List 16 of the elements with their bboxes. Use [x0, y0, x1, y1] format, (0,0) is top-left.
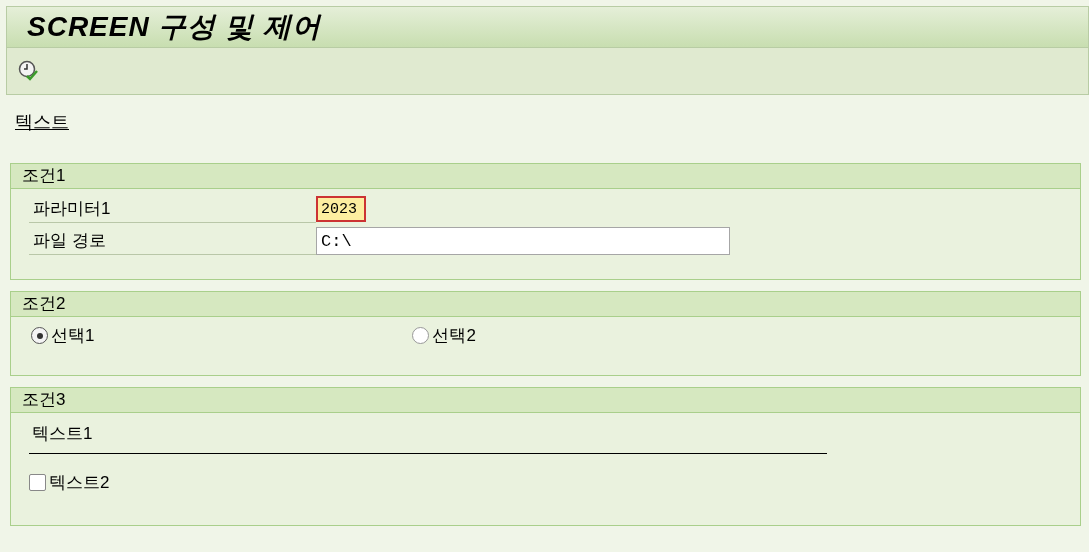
- input-field[interactable]: C:\: [316, 227, 730, 255]
- group-title: 조건2: [22, 293, 66, 316]
- field-label: 파일 경로: [29, 227, 316, 255]
- input-field[interactable]: 2023: [316, 196, 366, 222]
- field-label: 파라미터1: [29, 195, 316, 223]
- window-title: SCREEN 구성 및 제어: [27, 10, 322, 44]
- radio-button[interactable]: [412, 327, 430, 345]
- radio-option[interactable]: 선택1: [31, 323, 95, 349]
- group-title: 조건3: [22, 388, 66, 411]
- checkbox-option[interactable]: 텍스트2: [29, 469, 110, 495]
- group-title: 조건1: [22, 165, 66, 188]
- radio-option[interactable]: 선택2: [412, 323, 476, 349]
- radio-button[interactable]: [31, 327, 48, 345]
- intro-text: 텍스트: [14, 111, 69, 134]
- section-text: 텍스트1: [31, 422, 94, 445]
- clock-check-icon[interactable]: [18, 60, 40, 82]
